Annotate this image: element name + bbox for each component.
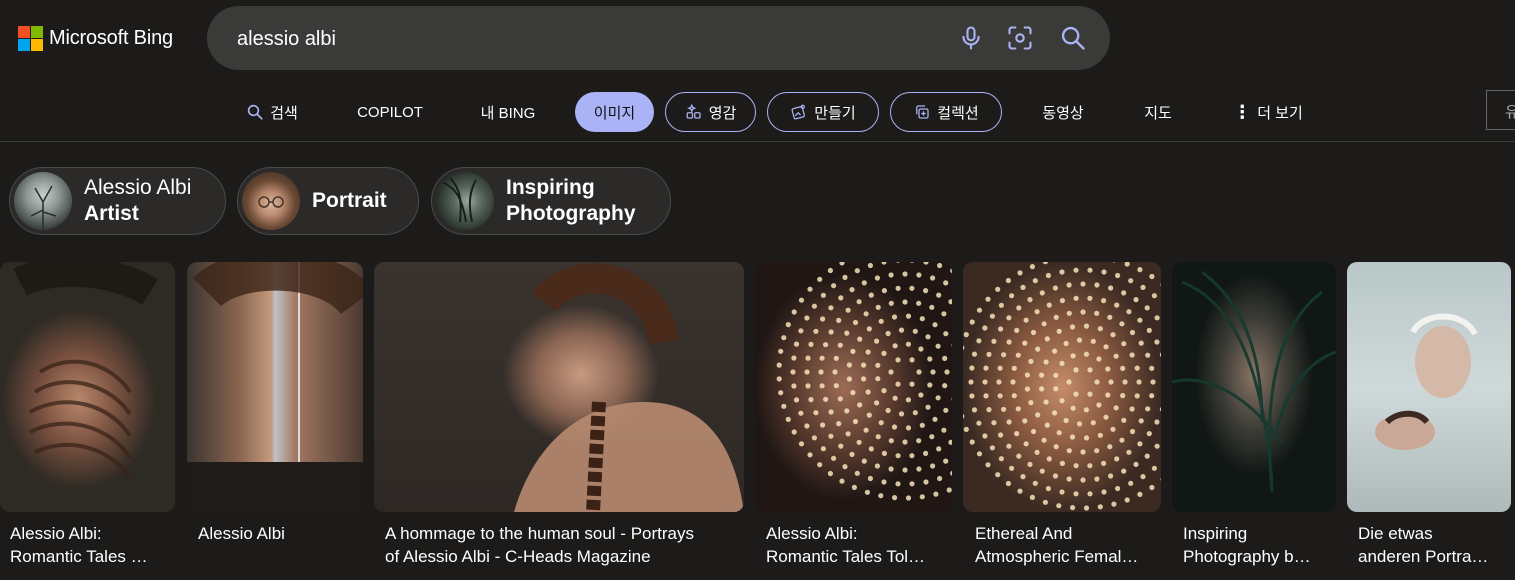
sparkle-grid-icon [685, 103, 703, 121]
light-dots-portrait-graphic [776, 262, 952, 501]
result-image-3[interactable] [374, 262, 744, 512]
fern-portrait-graphic [1172, 270, 1336, 493]
tab-search-label: 검색 [270, 104, 298, 122]
tab-maps-label: 지도 [1144, 104, 1172, 122]
header-divider [0, 141, 1515, 142]
collection-add-icon [913, 103, 931, 121]
caption-line1: Alessio Albi [198, 524, 285, 543]
tab-my-bing[interactable]: 내 BING [476, 92, 540, 132]
more-dots-icon: ⋮ [1233, 101, 1252, 122]
chip-label: Alessio Albi Artist [84, 175, 191, 227]
result-image-5[interactable] [963, 262, 1161, 512]
search-icon[interactable] [1059, 24, 1087, 52]
result-image-4[interactable] [755, 262, 952, 512]
visual-search-icon[interactable] [1006, 24, 1034, 52]
braided-hair-portrait-graphic [514, 263, 744, 512]
result-caption-6[interactable]: Inspiring Photography b… [1183, 522, 1333, 568]
chip-line2: Photography [506, 202, 636, 225]
tab-inspiration[interactable]: 영감 [665, 92, 756, 132]
account-label: 유 [1505, 104, 1515, 121]
light-dots-closeup-graphic [963, 262, 1161, 511]
caption-line2: Atmospheric Femal… [975, 547, 1139, 566]
chip-thumbnail [242, 172, 300, 230]
tab-inspiration-label: 영감 [708, 104, 737, 122]
tab-more[interactable]: ⋮ 더 보기 [1230, 92, 1306, 132]
result-caption-5[interactable]: Ethereal And Atmospheric Femal… [975, 522, 1160, 568]
shadow-stripes-graphic [13, 262, 158, 480]
caption-line1: Inspiring [1183, 524, 1248, 543]
tab-images-label: 이미지 [593, 104, 636, 122]
result-caption-1[interactable]: Alessio Albi: Romantic Tales … [10, 522, 170, 568]
caption-line1: A hommage to the human soul - Portrays [385, 524, 694, 543]
bing-logo[interactable]: Microsoft Bing [18, 26, 173, 51]
chip-inspiring-photography[interactable]: Inspiring Photography [431, 167, 671, 235]
caption-line2: Romantic Tales … [10, 547, 148, 566]
tab-my-bing-label: 내 BING [480, 104, 536, 122]
tab-search[interactable]: 검색 [240, 92, 304, 132]
chip-line2: Artist [84, 202, 139, 225]
result-caption-2[interactable]: Alessio Albi [198, 522, 358, 545]
result-image-6[interactable] [1172, 262, 1336, 512]
mirror-portrait-graphic [187, 262, 363, 512]
chip-alessio-albi-artist[interactable]: Alessio Albi Artist [9, 167, 226, 235]
chip-line1: Portrait [312, 189, 387, 212]
image-create-icon [790, 103, 808, 121]
result-caption-3[interactable]: A hommage to the human soul - Portrays o… [385, 522, 745, 568]
tab-create[interactable]: 만들기 [767, 92, 879, 132]
search-input[interactable] [235, 22, 939, 56]
tab-images[interactable]: 이미지 [575, 92, 654, 132]
logo-text: Microsoft Bing [49, 27, 173, 49]
tab-videos[interactable]: 동영상 [1035, 92, 1091, 132]
chip-label: Portrait [312, 188, 387, 214]
scope-nav: 검색 COPILOT 내 BING 이미지 영감 만들기 컬렉션 동영상 지도 … [0, 92, 1515, 132]
caption-line1: Die etwas [1358, 524, 1433, 543]
caption-line1: Ethereal And [975, 524, 1073, 543]
result-caption-7[interactable]: Die etwas anderen Portra… [1358, 522, 1508, 568]
search-box [207, 6, 1110, 70]
caption-line1: Alessio Albi: [766, 524, 858, 543]
tab-collections[interactable]: 컬렉션 [890, 92, 1002, 132]
caption-line2: anderen Portra… [1358, 547, 1489, 566]
chip-thumbnail [14, 172, 72, 230]
chip-line1: Alessio Albi [84, 176, 192, 199]
water-portrait-graphic [1375, 313, 1478, 450]
chip-label: Inspiring Photography [506, 175, 636, 227]
caption-line2: Photography b… [1183, 547, 1311, 566]
result-image-1[interactable] [0, 262, 175, 512]
result-image-2[interactable] [187, 262, 363, 512]
caption-line2: of Alessio Albi - C-Heads Magazine [385, 547, 651, 566]
chip-thumbnail [436, 172, 494, 230]
tab-more-label: 더 보기 [1257, 104, 1303, 122]
account-button[interactable]: 유 [1486, 90, 1515, 130]
tab-videos-label: 동영상 [1042, 104, 1084, 122]
caption-line2: Romantic Tales Tol… [766, 547, 926, 566]
tab-collections-label: 컬렉션 [937, 104, 979, 122]
result-image-7[interactable] [1347, 262, 1511, 512]
chip-portrait[interactable]: Portrait [237, 167, 419, 235]
search-icon [246, 103, 264, 121]
microsoft-logo-icon [18, 26, 43, 51]
tab-create-label: 만들기 [814, 104, 856, 122]
chip-line1: Inspiring [506, 176, 595, 199]
tab-copilot[interactable]: COPILOT [353, 92, 427, 132]
tab-maps[interactable]: 지도 [1138, 92, 1178, 132]
tab-copilot-label: COPILOT [357, 103, 423, 121]
caption-line1: Alessio Albi: [10, 524, 102, 543]
microphone-icon[interactable] [957, 24, 985, 52]
result-caption-4[interactable]: Alessio Albi: Romantic Tales Tol… [766, 522, 951, 568]
